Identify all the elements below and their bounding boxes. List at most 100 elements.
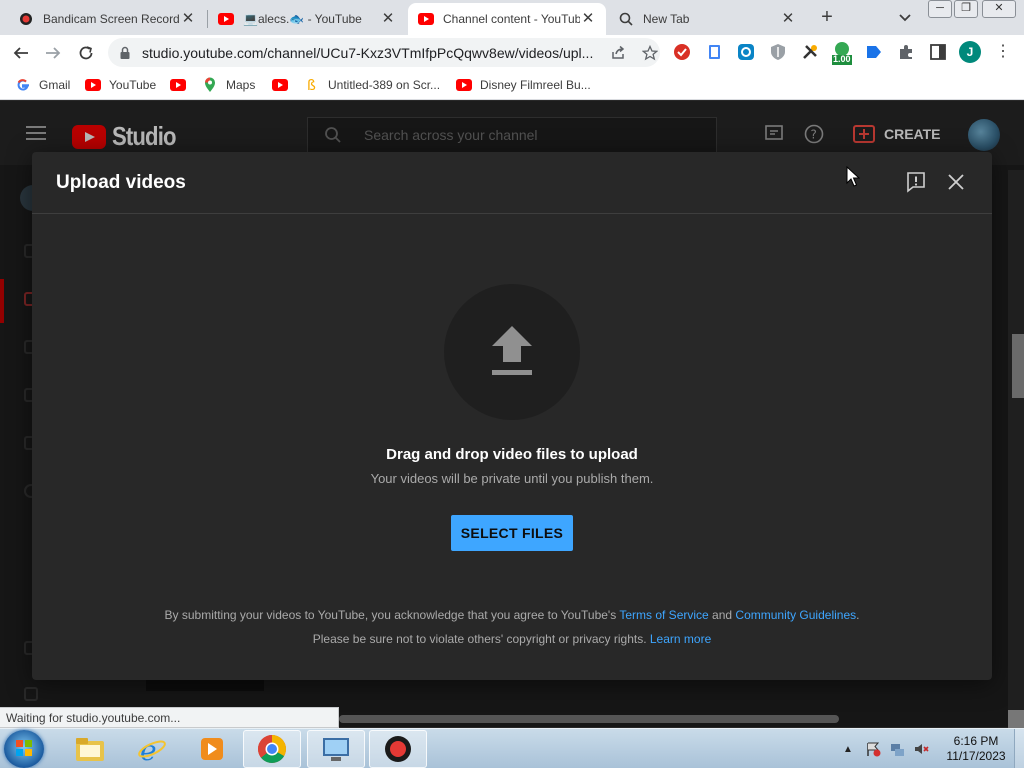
close-window-button[interactable]: ✕: [982, 0, 1016, 18]
computer-monitor-icon: [323, 738, 349, 761]
legal-text: By submitting your videos to YouTube, yo…: [164, 608, 620, 622]
youtube-icon: [85, 77, 101, 93]
google-icon: [15, 77, 31, 93]
media-player-icon: [201, 738, 223, 760]
browser-tab-strip: Bandicam Screen Recorde ✕ 💻alecs.🐟 - You…: [0, 0, 1024, 35]
tab-bandicam[interactable]: Bandicam Screen Recorde ✕: [8, 3, 206, 35]
system-tray: ▲: [843, 729, 929, 768]
taskbar-internet-explorer[interactable]: e: [123, 730, 181, 768]
legal-text: .: [856, 608, 860, 622]
side-panel-icon[interactable]: [929, 43, 947, 61]
profile-avatar[interactable]: J: [959, 41, 981, 63]
youtube-icon: [272, 77, 288, 93]
taskbar-clock[interactable]: 6:16 PM 11/17/2023: [940, 734, 1012, 764]
scratch-bookmark-icon: ß: [304, 77, 320, 93]
bookmark-label: Disney Filmreel Bu...: [480, 78, 591, 92]
search-icon: [618, 11, 634, 27]
terms-of-service-link[interactable]: Terms of Service: [619, 608, 708, 622]
page-scrollbar-thumb[interactable]: [1012, 334, 1024, 398]
bookmark-maps[interactable]: Maps: [202, 76, 255, 94]
back-arrow-icon: [13, 47, 28, 59]
bookmarks-bar: Gmail YouTube Maps ß Untitled-389 on Scr…: [0, 70, 1024, 100]
close-tab-icon[interactable]: ✕: [180, 11, 196, 27]
bookmark-label: Untitled-389 on Scr...: [328, 78, 441, 92]
close-tab-icon[interactable]: ✕: [380, 11, 396, 27]
taskbar-media-player[interactable]: [183, 730, 241, 768]
bookmark-label: Gmail: [39, 78, 71, 92]
address-bar[interactable]: studio.youtube.com/channel/UCu7-Kxz3VTmI…: [108, 38, 660, 67]
bookmark-gmail[interactable]: Gmail: [15, 76, 70, 94]
upload-arrow-icon: [492, 326, 532, 375]
taskbar-remote-desktop[interactable]: [307, 730, 365, 768]
extensions-puzzle-icon[interactable]: [897, 43, 915, 61]
bookmark-youtube-2[interactable]: [170, 76, 194, 94]
forward-button[interactable]: [42, 42, 64, 64]
show-desktop-button[interactable]: [1014, 729, 1024, 768]
scrollbar-corner: [1008, 710, 1024, 728]
svg-text:ß: ß: [307, 78, 316, 93]
community-guidelines-link[interactable]: Community Guidelines: [735, 608, 856, 622]
tab-title: New Tab: [643, 12, 690, 26]
windows-logo-icon: [16, 740, 32, 756]
send-feedback-button[interactable]: [905, 171, 927, 193]
legal-text: Please be sure not to violate others' co…: [312, 632, 650, 646]
page-scrollbar-track[interactable]: [1008, 170, 1024, 710]
browser-menu-icon[interactable]: ⋮: [995, 43, 1011, 63]
learn-more-link[interactable]: Learn more: [650, 632, 711, 646]
tools-extension-icon[interactable]: [801, 43, 819, 61]
taskbar-chrome[interactable]: [243, 730, 301, 768]
counter-extension-icon[interactable]: 1.00: [831, 40, 853, 66]
honey-extension-icon[interactable]: [737, 43, 755, 61]
tab-youtube-channel[interactable]: 💻alecs.🐟 - YouTube ✕: [208, 3, 406, 35]
bookmark-star-icon[interactable]: [642, 44, 658, 61]
shield-extension-icon[interactable]: [769, 43, 787, 61]
adblock-extension-icon[interactable]: [673, 43, 691, 61]
close-tab-icon[interactable]: ✕: [780, 11, 796, 27]
chrome-icon: [258, 735, 286, 763]
minimize-button[interactable]: ─: [928, 0, 952, 18]
back-button[interactable]: [10, 42, 32, 64]
dialog-title: Upload videos: [56, 172, 186, 193]
tab-channel-content[interactable]: Channel content - YouTub ✕: [408, 3, 606, 35]
tab-title: Bandicam Screen Recorde: [43, 12, 180, 26]
bookmark-youtube-3[interactable]: [272, 76, 296, 94]
volume-muted-icon[interactable]: [913, 741, 929, 757]
drag-drop-subtitle: Your videos will be private until you pu…: [370, 471, 654, 486]
horizontal-scrollbar-thumb[interactable]: [339, 715, 839, 723]
forward-arrow-icon: [46, 47, 61, 59]
bookmark-label: Maps: [226, 78, 256, 92]
action-center-flag-icon[interactable]: [865, 741, 881, 757]
network-icon[interactable]: [889, 741, 905, 757]
close-tab-icon[interactable]: ✕: [580, 11, 596, 27]
lock-icon: [120, 46, 130, 59]
share-icon[interactable]: [610, 45, 626, 61]
reload-icon: [79, 46, 93, 60]
clock-time: 6:16 PM: [953, 734, 999, 748]
new-tab-button[interactable]: +: [815, 6, 839, 30]
upload-drop-zone[interactable]: [444, 284, 580, 420]
clipboard-extension-icon[interactable]: [705, 43, 723, 61]
browser-toolbar: studio.youtube.com/channel/UCu7-Kxz3VTmI…: [0, 35, 1024, 70]
reload-button[interactable]: [75, 42, 97, 64]
bookmark-disney-filmreel[interactable]: Disney Filmreel Bu...: [456, 76, 591, 94]
select-files-button[interactable]: SELECT FILES: [451, 515, 573, 551]
internet-explorer-icon: e: [138, 734, 166, 764]
start-button[interactable]: [4, 730, 44, 768]
taskbar-file-explorer[interactable]: [61, 730, 119, 768]
tab-search-chevron-icon[interactable]: [895, 7, 915, 27]
upload-videos-dialog: Upload videos Drag and drop video files …: [32, 152, 992, 680]
drag-drop-title: Drag and drop video files to upload: [386, 446, 638, 463]
browser-status-bubble: Waiting for studio.youtube.com...: [0, 707, 339, 728]
windows-taskbar: e ▲ 6:16 PM 11/17/2023: [0, 728, 1024, 768]
arrow-extension-icon[interactable]: [865, 43, 883, 61]
bookmark-untitled-389[interactable]: ß Untitled-389 on Scr...: [304, 76, 440, 94]
close-dialog-button[interactable]: [945, 171, 967, 193]
tab-new-tab[interactable]: New Tab ✕: [608, 3, 806, 35]
clock-date: 11/17/2023: [946, 749, 1006, 763]
youtube-icon: [418, 11, 434, 27]
maximize-button[interactable]: ❐: [954, 0, 978, 18]
bookmark-youtube[interactable]: YouTube: [85, 76, 156, 94]
show-hidden-icons-chevron-icon[interactable]: ▲: [843, 744, 853, 755]
feedback-icon: [907, 172, 925, 193]
taskbar-bandicam[interactable]: [369, 730, 427, 768]
